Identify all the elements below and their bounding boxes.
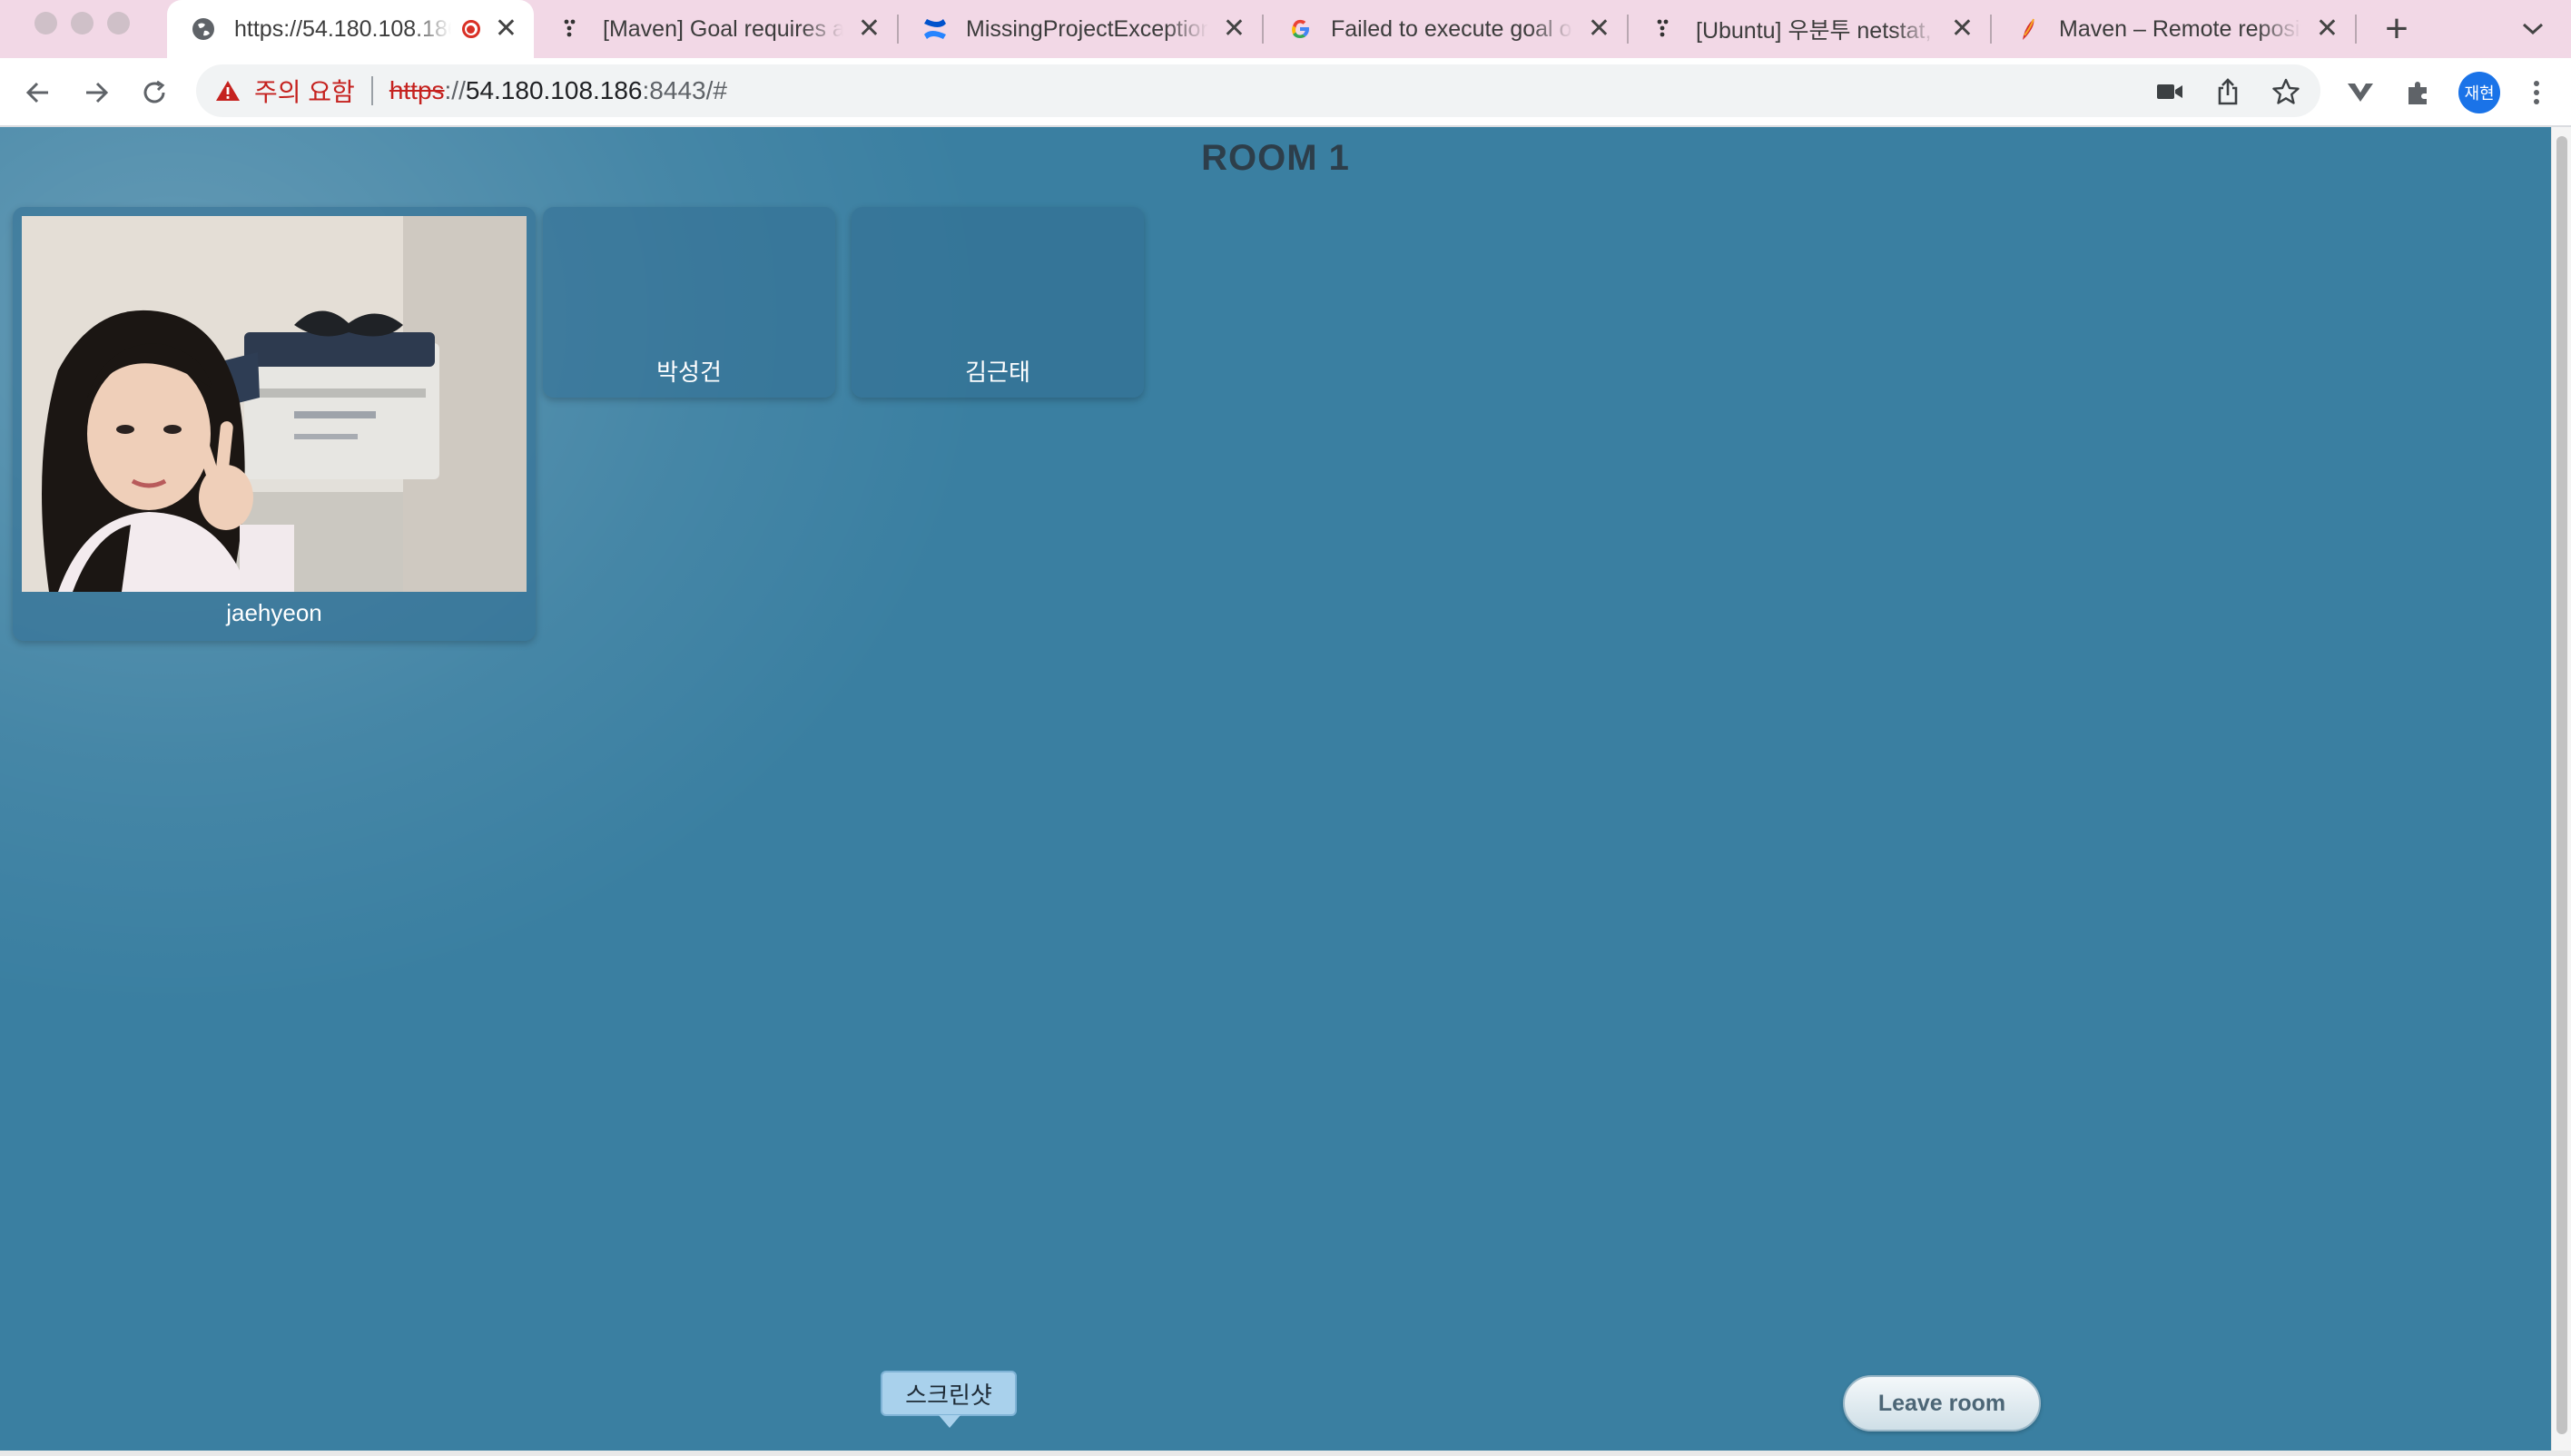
- url-separator: ://: [444, 76, 466, 104]
- url-host: 54.180.108.186: [465, 76, 643, 104]
- tab-title: [Maven] Goal requires a project to execu…: [603, 15, 843, 42]
- vimeo-extension-icon[interactable]: [2340, 73, 2380, 113]
- room-page: ROOM 1 jaehyeon 박성건 김근태: [0, 127, 2551, 1451]
- participant-name: 김근태: [965, 359, 1030, 386]
- profile-avatar[interactable]: 재현: [2458, 72, 2500, 113]
- security-warning-label[interactable]: 주의 요함: [254, 73, 355, 109]
- browser-toolbar: 주의 요함 https://54.180.108.186:8443/# 재현: [0, 58, 2571, 127]
- window-bottom-edge: [0, 1451, 2571, 1456]
- participant-video: [22, 216, 527, 592]
- window-zoom-button[interactable]: [107, 12, 130, 34]
- tab-title: [Ubuntu] 우분투 netstat,: [1696, 18, 1932, 44]
- tab-room[interactable]: https://54.180.108.186:8443/# ✕: [167, 0, 534, 58]
- tab-ubuntu-netstat[interactable]: [Ubuntu] 우분투 netstat, ✕: [1629, 0, 1990, 58]
- velog-icon: [557, 15, 586, 44]
- url-text[interactable]: https://54.180.108.186:8443/#: [389, 76, 727, 105]
- velog-icon: [1650, 15, 1680, 44]
- participant-name: 박성건: [656, 359, 722, 386]
- tab-failed-execute[interactable]: Failed to execute goal on project ✕: [1264, 0, 1627, 58]
- page-scrollbar[interactable]: [2551, 127, 2571, 1451]
- close-icon[interactable]: ✕: [1223, 15, 1246, 43]
- star-icon[interactable]: [2266, 72, 2306, 112]
- screenshot-button[interactable]: 스크린샷: [881, 1371, 1017, 1416]
- tab-separator: [2355, 15, 2357, 44]
- tab-maven-remote[interactable]: Maven – Remote repositories ✕: [1992, 0, 2355, 58]
- close-icon[interactable]: ✕: [2316, 15, 2339, 43]
- close-icon[interactable]: ✕: [495, 15, 517, 43]
- address-bar[interactable]: 주의 요함 https://54.180.108.186:8443/#: [196, 64, 2320, 117]
- tab-title: Maven – Remote repositories: [2059, 15, 2301, 42]
- tab-missing-project[interactable]: MissingProjectException ✕: [899, 0, 1262, 58]
- arrow-left-icon: [25, 82, 48, 103]
- chevron-down-icon: [2522, 23, 2544, 35]
- share-icon[interactable]: [2208, 72, 2248, 112]
- tooltip-arrow: [939, 1415, 960, 1428]
- feather-icon: [2014, 15, 2043, 44]
- recording-icon: [461, 20, 480, 38]
- participant-tile-jaehyeon[interactable]: jaehyeon: [13, 207, 536, 641]
- kebab-menu-icon: [2534, 81, 2539, 104]
- google-icon: [1286, 15, 1315, 44]
- globe-icon: [189, 15, 218, 44]
- arrow-right-icon: [86, 82, 109, 103]
- room-title: ROOM 1: [1201, 138, 1350, 178]
- webcam-video-frame: [22, 216, 527, 592]
- scrollbar-thumb[interactable]: [2556, 136, 2567, 1434]
- participant-name: jaehyeon: [226, 599, 322, 626]
- confluence-icon: [921, 15, 950, 44]
- leave-room-button[interactable]: Leave room: [1843, 1375, 2041, 1431]
- tab-title: MissingProjectException: [966, 15, 1208, 42]
- close-icon[interactable]: ✕: [1588, 15, 1611, 43]
- warning-icon[interactable]: [214, 77, 241, 104]
- reload-button[interactable]: [134, 73, 174, 113]
- back-button[interactable]: [18, 73, 58, 113]
- address-separator: [370, 76, 373, 105]
- extensions-puzzle-icon[interactable]: [2399, 73, 2438, 113]
- tab-maven-goal[interactable]: [Maven] Goal requires a project to execu…: [536, 0, 897, 58]
- close-icon[interactable]: ✕: [1951, 15, 1974, 43]
- url-rest: :8443/#: [642, 76, 727, 104]
- window-minimize-button[interactable]: [71, 12, 94, 34]
- address-bar-actions: [2150, 72, 2306, 112]
- participant-tile-3[interactable]: 김근태: [852, 207, 1144, 398]
- tab-strip: https://54.180.108.186:8443/# ✕ [Maven] …: [0, 0, 2571, 58]
- reload-icon: [143, 80, 165, 103]
- url-scheme: https: [389, 76, 445, 104]
- more-menu-button[interactable]: [2517, 73, 2556, 113]
- new-tab-button[interactable]: +: [2375, 6, 2418, 51]
- tab-title: https://54.180.108.186:8443/#: [234, 15, 451, 42]
- window-close-button[interactable]: [34, 12, 57, 34]
- tab-title: Failed to execute goal on project: [1331, 15, 1573, 42]
- participant-tile-2[interactable]: 박성건: [543, 207, 835, 398]
- close-icon[interactable]: ✕: [858, 15, 881, 43]
- camera-icon[interactable]: [2150, 72, 2190, 112]
- forward-button[interactable]: [76, 73, 116, 113]
- tab-search-button[interactable]: [2515, 13, 2551, 45]
